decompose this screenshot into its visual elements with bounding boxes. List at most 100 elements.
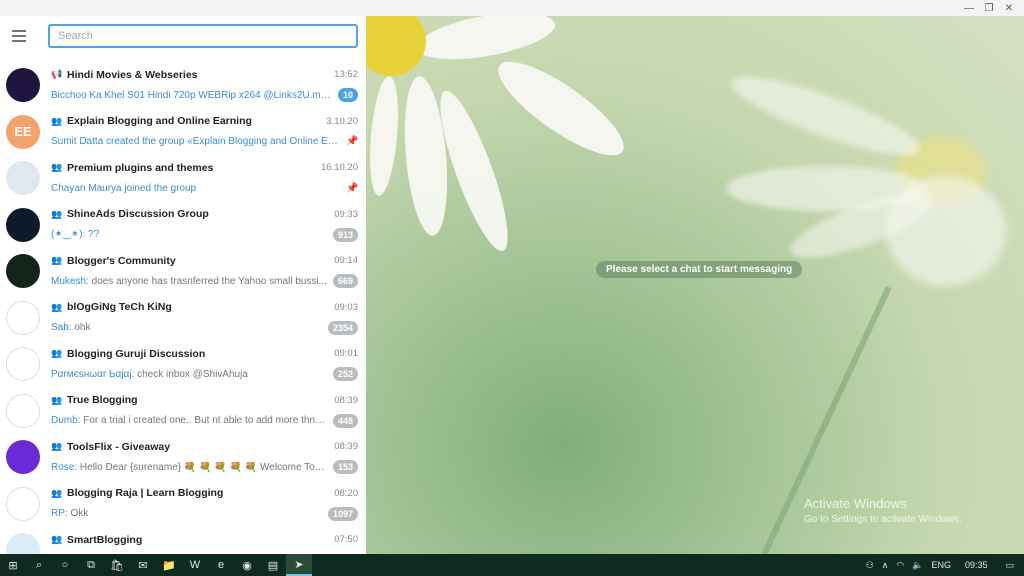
unread-badge: 153 (332, 460, 358, 474)
megaphone-icon: 📢 (51, 69, 63, 79)
unread-badge: 2354 (327, 320, 358, 335)
watermark-title: Activate Windows (804, 496, 907, 511)
chat-item-body: 👥 Premium plugins and themes 16.10.20 Chaya… (51, 159, 358, 199)
mail-icon[interactable]: ✉ (130, 554, 156, 576)
chat-list-item[interactable]: 📢 Hindi Movies & Webseries 13:52 Bicchoo Ka… (0, 62, 366, 109)
chrome-icon[interactable]: ◉ (234, 554, 260, 576)
message-sender: Sab (51, 322, 69, 333)
message-text: check inbox @ShivAhuja (137, 368, 248, 380)
chat-avatar (6, 300, 40, 335)
search-input[interactable] (48, 24, 358, 48)
chat-item-body: 👥 ToolsFlix - Giveaway 08:39 Rose: Hello De… (51, 438, 358, 478)
chat-time: 09:33 (334, 208, 358, 220)
message-text: For a trial i created one.. But nt able … (83, 415, 327, 426)
select-chat-message: Please select a chat to start messaging (596, 261, 803, 278)
chat-preview: Dumb: For a trial i created one.. But nt… (51, 415, 327, 426)
chat-item-body: 👥 Blogging Guruji Discussion 09:01 Pαrмєѕнω… (51, 345, 358, 385)
notifications-icon[interactable]: ▭ (1005, 560, 1014, 571)
chat-list-item[interactable]: 👥 ToolsFlix - Giveaway 08:39 Rose: Hello De… (0, 434, 366, 481)
close-icon[interactable]: ✕ (1002, 1, 1016, 15)
chat-preview: Sumit Datta created the group «Explain B… (51, 136, 340, 147)
telegram-icon[interactable]: ➤ (286, 554, 312, 576)
system-tray: ⚇ ∧ ◠ 🔈 ENG 09:35 ▭ (866, 554, 1024, 576)
chat-avatar (6, 68, 40, 103)
chat-name: Explain Blogging and Online Earning (67, 115, 252, 127)
chat-item-body: 👥 Blogging Raja | Learn Blogging 08:20 RP: … (51, 485, 358, 525)
unread-badge: 913 (332, 227, 358, 242)
chat-name: True Blogging (67, 394, 138, 406)
volume-icon[interactable]: 🔈 (912, 560, 923, 571)
chat-avatar: EE (6, 114, 40, 149)
notes-icon[interactable]: ▤ (260, 554, 286, 576)
chat-preview: Rose: Hello Dear {surename} 💐 💐 💐 💐 💐 We… (51, 462, 327, 473)
group-icon: 👥 (51, 301, 63, 312)
chat-list-item[interactable]: EE 👥 Explain Blogging and Online Earning 3.… (0, 109, 366, 156)
unread-badge: 252 (332, 367, 358, 381)
chat-avatar (6, 533, 40, 554)
message-text: (✶‿✶): ?? (51, 229, 100, 240)
message-sender: RP (51, 508, 65, 519)
chat-list-item[interactable]: 👥 Blogging Guruji Discussion 09:01 Pαrмєѕнω… (0, 341, 366, 388)
restore-icon[interactable]: ❐ (982, 1, 996, 15)
chat-name: ToolsFlix - Giveaway (67, 440, 171, 453)
group-icon: 👥 (51, 348, 63, 358)
chat-name: ShineAds Discussion Group (67, 208, 209, 220)
chat-preview: Bicchoo Ka Khel S01 Hindi 720p WEBRip x2… (51, 90, 332, 101)
cortana-icon[interactable]: ○ (52, 554, 78, 576)
edge-icon[interactable]: e (208, 554, 234, 576)
chat-avatar (6, 347, 40, 382)
message-sender: Mukesh (51, 275, 87, 287)
chat-name: SmartBlogging (67, 533, 143, 546)
watermark-subtitle: Go to Settings to activate Windows. (804, 514, 962, 525)
chat-list-item[interactable]: 👥 SmartBlogging 07:50 (0, 527, 366, 554)
chat-avatar (6, 254, 40, 289)
chat-item-body: 👥 True Blogging 08:39 Dumb: For a trial i c… (51, 392, 358, 432)
language-indicator[interactable]: ENG (931, 560, 951, 570)
wifi-icon[interactable]: ◠ (896, 560, 904, 571)
people-icon[interactable]: ⚇ (866, 560, 874, 571)
chat-list-item[interactable]: 👥 ShineAds Discussion Group 09:33 (✶‿✶): ??… (0, 202, 366, 249)
clock[interactable]: 09:35 (965, 560, 988, 570)
chat-name: Hindi Movies & Webseries (67, 68, 198, 81)
chat-time: 09:14 (334, 255, 358, 266)
window-controls: — ❐ ✕ (962, 0, 1016, 16)
chat-time: 16.10.20 (321, 162, 358, 173)
menu-icon[interactable] (12, 25, 34, 47)
message-text: Okk (70, 508, 89, 519)
chat-preview: Mukesh: does anyone has trasnferred the … (51, 275, 327, 287)
chat-avatar (6, 207, 40, 242)
store-icon[interactable]: 🛍 (104, 554, 130, 576)
chat-list-item[interactable]: 👥 Blogging Raja | Learn Blogging 08:20 RP: … (0, 481, 366, 528)
file-explorer-icon[interactable]: 📁 (156, 554, 182, 576)
chat-item-body: 👥 blOgGiNg TeCh KiNg 09:03 Sab: ohk 2354 (51, 299, 358, 339)
chat-item-body: 👥 Blogger's Community 09:14 Mukesh: does an… (51, 252, 358, 292)
chat-preview: Pαrмєѕнωαr Ƅαjαj: check inbox @ShivAhuja (51, 368, 248, 380)
task-view-icon[interactable]: ⧉ (78, 554, 104, 576)
chat-name: Blogging Guruji Discussion (67, 347, 206, 360)
minimize-icon[interactable]: — (962, 1, 976, 15)
search-bar (0, 16, 366, 56)
chat-list-item[interactable]: 👥 True Blogging 08:39 Dumb: For a trial i c… (0, 388, 366, 435)
search-icon[interactable]: ⌕ (26, 554, 52, 576)
word-icon[interactable]: W (182, 554, 208, 576)
chat-time: 07:50 (334, 534, 358, 545)
windows-start-icon[interactable]: ⊞ (0, 554, 26, 576)
chat-list-item[interactable]: 👥 Blogger's Community 09:14 Mukesh: does an… (0, 248, 366, 295)
chat-time: 13:52 (334, 69, 358, 80)
unread-badge: 1097 (327, 506, 358, 521)
chat-preview: Chayan Maurya joined the group (51, 183, 340, 194)
message-text: does anyone has trasnferred the Yahoo sm… (91, 275, 327, 287)
chat-list-item[interactable]: 👥 Premium plugins and themes 16.10.20 Chaya… (0, 155, 366, 202)
unread-badge: 10 (337, 88, 358, 102)
chat-preview: Sab: ohk (51, 322, 91, 333)
chat-list-item[interactable]: 👥 blOgGiNg TeCh KiNg 09:03 Sab: ohk 2354 (0, 295, 366, 342)
chat-avatar (6, 161, 40, 196)
petal (886, 176, 1006, 286)
petal (725, 63, 927, 169)
chat-name: blOgGiNg TeCh KiNg (67, 301, 172, 313)
pin-icon: 📌 (346, 182, 359, 194)
chevron-up-icon[interactable]: ∧ (882, 560, 889, 571)
chat-time: 08:39 (334, 394, 358, 406)
chat-background: Please select a chat to start messaging … (366, 16, 1024, 554)
group-icon: 👥 (51, 441, 63, 451)
